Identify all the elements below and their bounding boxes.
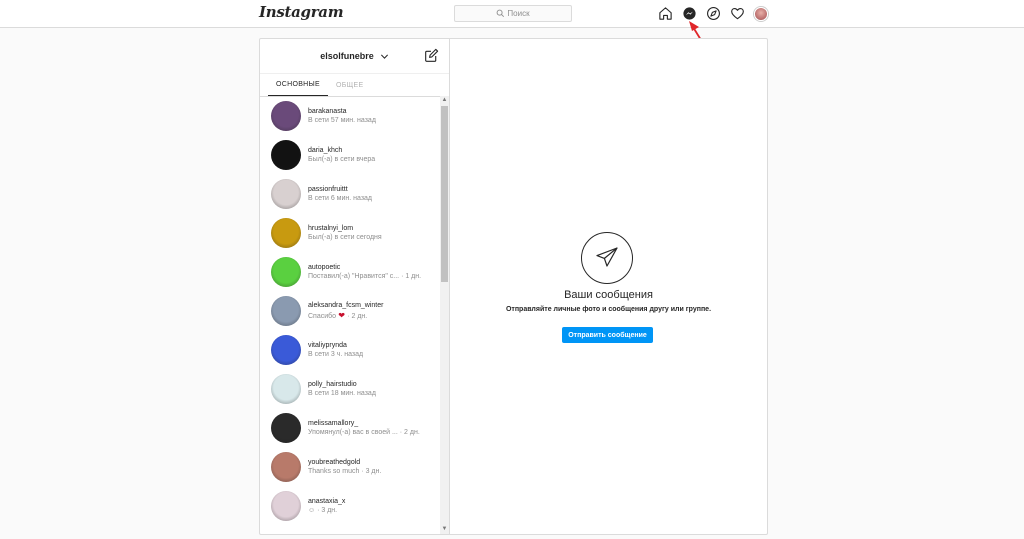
search-placeholder: Поиск [507,9,530,18]
tab-primary[interactable]: ОСНОВНЫЕ [268,74,328,96]
avatar [271,373,301,404]
thread-text: hrustalnyi_lom Был(-а) в сети сегодня [308,225,382,241]
thread-text: autopoetic Поставил(-а) "Нравится" с... ·… [308,264,421,280]
top-nav: Instagram Поиск [0,0,1024,28]
thread-row[interactable]: anastaxia_x ☺ · 3 дн. [260,486,440,525]
explore-icon[interactable] [705,6,721,22]
thread-text: vitaliyprynda В сети 3 ч. назад [308,342,363,358]
thread-row[interactable]: passionfruittt В сети 6 мин. назад [260,174,440,213]
thread-row[interactable]: barakanasta В сети 57 мин. назад [260,96,440,135]
thread-row[interactable]: hrustalnyi_lom Был(-а) в сети сегодня [260,213,440,252]
thread-row[interactable]: aleksandra_fcsm_winter Спасибо ❤ · 2 дн. [260,291,440,330]
account-switcher[interactable]: elsolfunebre [320,51,374,61]
thread-status-time: · 2 дн. [347,312,368,320]
search-icon [497,9,505,18]
thread-status: Поставил(-а) "Нравится" с... · 1 дн. [308,272,422,280]
thread-username: polly_hairstudio [308,380,357,388]
inbox-header: elsolfunebre [260,39,449,74]
thread-status: Был(-а) в сети сегодня [308,233,382,241]
thread-status: В сети 18 мин. назад [308,389,376,397]
thread-status: Был(-а) в сети вчера [308,155,376,163]
inbox-tabs: ОСНОВНЫЕ ОБЩЕЕ [260,74,449,97]
thread-username: hrustalnyi_lom [308,224,354,232]
thread-username: youbreathedgold [308,458,361,466]
thread-row[interactable]: autopoetic Поставил(-а) "Нравится" с... ·… [260,252,440,291]
thread-list-scrollbar[interactable]: ▲ ▼ [440,96,449,534]
thread-username: anastaxia_x [308,497,346,505]
nav-icons [657,5,769,22]
scroll-down-icon[interactable]: ▼ [440,525,449,534]
avatar [754,6,768,21]
direct-icon [581,232,633,284]
avatar [271,100,301,131]
thread-row[interactable]: youbreathedgold Thanks so much · 3 дн. [260,447,440,486]
thread-username: vitaliyprynda [308,341,347,349]
thread-row[interactable]: daria_khch Был(-а) в сети вчера [260,135,440,174]
thread-text: anastaxia_x ☺ · 3 дн. [308,498,345,514]
conversation-empty-state: Ваши сообщения Отправляйте личные фото и… [450,39,767,534]
thread-username: autopoetic [308,263,341,271]
thread-status: В сети 3 ч. назад [308,350,364,358]
chevron-down-icon[interactable] [380,52,389,61]
instagram-logo[interactable]: Instagram [259,3,344,21]
thread-row[interactable]: vitaliyprynda В сети 3 ч. назад [260,330,440,369]
scroll-up-icon[interactable]: ▲ [440,96,449,105]
thread-row[interactable]: melissamallory_ Упомянул(-а) вас в своей … [260,408,440,447]
avatar [271,217,301,248]
thread-username: melissamallory_ [308,419,359,427]
messenger-icon[interactable] [681,6,697,22]
thread-row[interactable]: polly_hairstudio В сети 18 мин. назад [260,369,440,408]
heart-icon[interactable] [729,6,745,22]
thread-text: barakanasta В сети 57 мин. назад [308,108,376,124]
thread-text: melissamallory_ Упомянул(-а) вас в своей … [308,420,420,436]
avatar [271,139,301,170]
thread-status: В сети 57 мин. назад [308,116,376,124]
avatar [271,412,301,443]
thread-username: daria_khch [308,146,343,154]
send-message-button[interactable]: Отправить сообщение [562,327,653,343]
thread-text: youbreathedgold Thanks so much · 3 дн. [308,459,381,475]
avatar [271,256,301,287]
search-input[interactable]: Поиск [454,5,572,22]
thread-username: aleksandra_fcsm_winter [308,301,384,309]
thread-status: Thanks so much · 3 дн. [308,467,382,475]
profile-avatar[interactable] [753,6,769,22]
avatar [271,490,301,521]
thread-status: Спасибо ❤ · 2 дн. [308,311,383,320]
new-message-icon[interactable] [424,48,439,63]
thread-list: barakanasta В сети 57 мин. назад daria_khc… [260,96,440,534]
avatar [271,334,301,365]
scrollbar-thumb[interactable] [441,106,448,282]
inbox-sidebar: elsolfunebre ОСНОВНЫЕ ОБЩЕЕ barakanasta В… [260,39,450,534]
tab-general[interactable]: ОБЩЕЕ [328,74,371,96]
direct-panel: elsolfunebre ОСНОВНЫЕ ОБЩЕЕ barakanasta В… [259,38,768,535]
empty-state-title: Ваши сообщения [564,289,653,301]
thread-text: aleksandra_fcsm_winter Спасибо ❤ · 2 дн. [308,302,383,320]
thread-text: polly_hairstudio В сети 18 мин. назад [308,381,376,397]
thread-status: В сети 6 мин. назад [308,194,373,202]
avatar [271,178,301,209]
thread-username: barakanasta [308,107,347,115]
home-icon[interactable] [657,6,673,22]
avatar [271,451,301,482]
thread-username: passionfruittt [308,185,348,193]
empty-state-description: Отправляйте личные фото и сообщения друг… [505,306,712,313]
heart-emoji-icon: ❤ [336,310,348,320]
thread-status: Упомянул(-а) вас в своей ... · 2 дн. [308,428,420,436]
thread-text: daria_khch Был(-а) в сети вчера [308,147,375,163]
thread-status: ☺ · 3 дн. [308,506,338,514]
thread-text: passionfruittt В сети 6 мин. назад [308,186,372,202]
thread-status-text: Спасибо [308,312,337,320]
avatar [271,295,301,326]
